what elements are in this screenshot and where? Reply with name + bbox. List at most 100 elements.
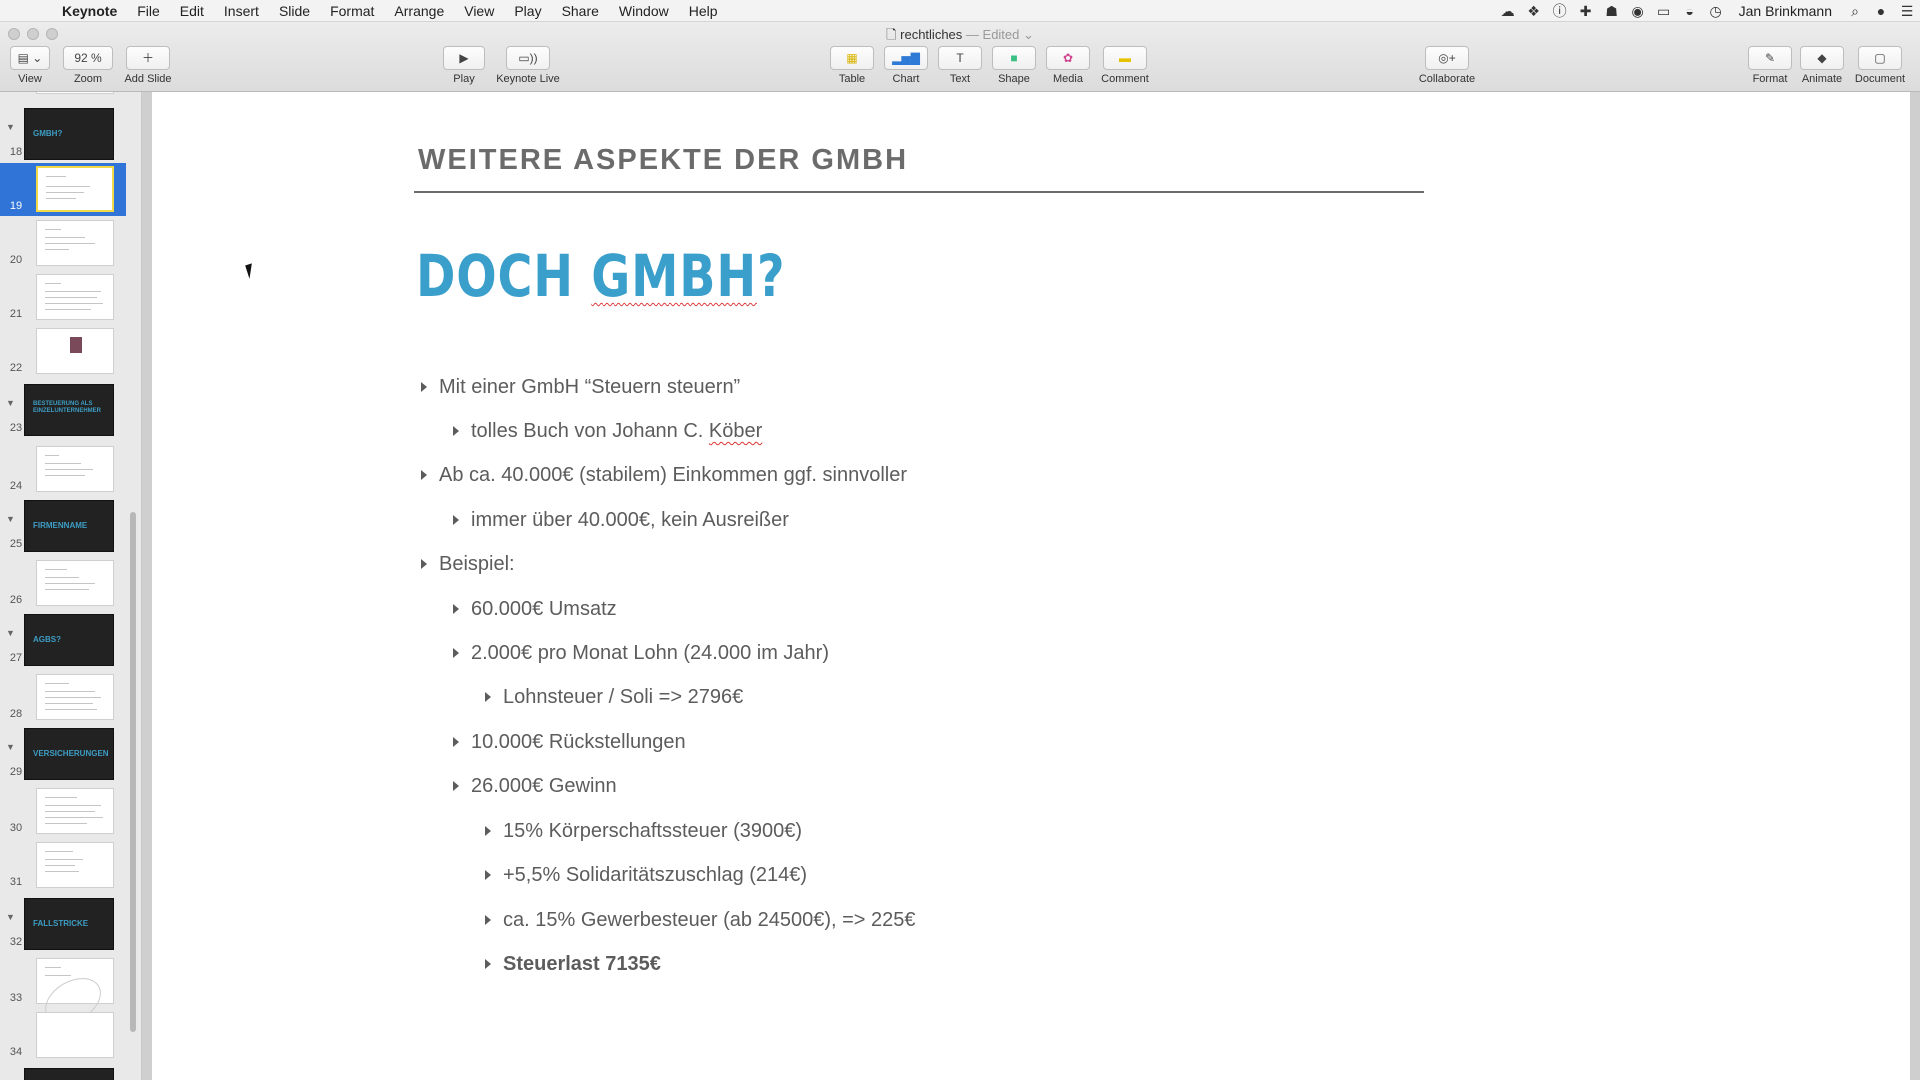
menu-app-keynote[interactable]: Keynote <box>52 3 127 19</box>
user-name[interactable]: Jan Brinkmann <box>1729 3 1842 19</box>
siri-icon[interactable]: ● <box>1868 3 1894 19</box>
shape-icon[interactable]: ■ <box>992 46 1036 70</box>
bullet-item[interactable]: Ab ca. 40.000€ (stabilem) Einkommen ggf.… <box>421 464 907 487</box>
slide-thumbnail[interactable] <box>36 274 114 320</box>
comment-icon[interactable]: ▬ <box>1103 46 1147 70</box>
cloud-app-icon[interactable]: ☗ <box>1599 3 1625 20</box>
slide-thumbnail[interactable] <box>36 446 114 492</box>
table-icon[interactable]: ▦ <box>830 46 874 70</box>
bullet-item[interactable]: 10.000€ Rückstellungen <box>453 731 686 754</box>
text-button[interactable]: T Text <box>936 46 984 85</box>
media-icon[interactable]: ✿ <box>1046 46 1090 70</box>
slide-thumbnail[interactable] <box>36 220 114 266</box>
menu-view[interactable]: View <box>454 3 504 19</box>
document-panel-icon[interactable]: ▢ <box>1858 46 1902 70</box>
slide-canvas[interactable]: WEITERE ASPEKTE DER GMBH DOCH GMBH? Mit … <box>142 92 1920 1080</box>
animate-button[interactable]: ◆ Animate <box>1798 46 1846 85</box>
bullet-item[interactable]: Lohnsteuer / Soli => 2796€ <box>485 686 743 709</box>
time-machine-icon[interactable]: ◷ <box>1703 3 1729 20</box>
paintbrush-icon[interactable]: ✎ <box>1748 46 1792 70</box>
slide-thumbnail[interactable] <box>36 166 114 212</box>
plus-icon[interactable]: ✚ <box>1573 3 1599 20</box>
bullet-item[interactable]: Mit einer GmbH “Steuern steuern” <box>421 376 740 399</box>
menu-help[interactable]: Help <box>679 3 728 19</box>
zoom-control[interactable]: 92 % Zoom <box>62 46 114 85</box>
slide-thumbnail[interactable]: FALLSTRICKE <box>24 898 114 950</box>
menu-arrange[interactable]: Arrange <box>384 3 454 19</box>
keynote-live-icon[interactable]: ▭)) <box>506 46 550 70</box>
slide-navigator[interactable]: 17 ▼ 18 GMBH? 19 20 21 <box>0 92 142 1080</box>
media-button[interactable]: ✿ Media <box>1044 46 1092 85</box>
bullet-item[interactable]: immer über 40.000€, kein Ausreißer <box>453 509 789 532</box>
screen-record-icon[interactable]: ▭ <box>1651 3 1677 20</box>
table-button[interactable]: ▦ Table <box>828 46 876 85</box>
bullet-item[interactable]: Beispiel: <box>421 553 515 576</box>
bullet-item[interactable]: 15% Körperschaftssteuer (3900€) <box>485 820 802 843</box>
collaborate-button[interactable]: ◎+ Collaborate <box>1412 46 1482 85</box>
bullet-item[interactable]: Steuerlast 7135€ <box>485 953 661 976</box>
slide-thumbnail[interactable]: FIRMENNAME <box>24 500 114 552</box>
slide-thumbnail[interactable] <box>36 958 114 1034</box>
navigator-scrollbar[interactable] <box>130 512 136 1032</box>
evernote-icon[interactable]: ◉ <box>1625 3 1651 20</box>
menu-edit[interactable]: Edit <box>170 3 214 19</box>
info-icon[interactable]: ⓘ <box>1547 1 1573 21</box>
bullet-item[interactable]: +5,5% Solidaritätszuschlag (214€) <box>485 864 807 887</box>
collaborate-icon[interactable]: ◎+ <box>1425 46 1469 70</box>
menu-slide[interactable]: Slide <box>269 3 320 19</box>
chart-button[interactable]: ▂▅▇ Chart <box>882 46 930 85</box>
menu-window[interactable]: Window <box>609 3 679 19</box>
document-button[interactable]: ▢ Document <box>1850 46 1910 85</box>
slide-thumbnail[interactable]: AGBS? <box>24 614 114 666</box>
chart-icon[interactable]: ▂▅▇ <box>884 46 928 70</box>
slide-thumbnail[interactable] <box>36 674 114 720</box>
comment-button[interactable]: ▬ Comment <box>1098 46 1152 85</box>
bullet-item[interactable]: ca. 15% Gewerbesteuer (ab 24500€), => 22… <box>485 909 916 932</box>
slide-thumbnail[interactable] <box>36 328 114 374</box>
slide-thumbnail[interactable] <box>36 1012 114 1058</box>
menu-file[interactable]: File <box>127 3 170 19</box>
play-icon[interactable]: ▶ <box>443 46 485 70</box>
slide-thumbnail[interactable]: VERSICHERUNGEN <box>24 728 114 780</box>
menu-play[interactable]: Play <box>504 3 551 19</box>
bullet-item[interactable]: 60.000€ Umsatz <box>453 598 617 621</box>
toggle-icon[interactable]: ◒ <box>1677 3 1703 19</box>
slide-thumbnail[interactable] <box>36 788 114 834</box>
play-button[interactable]: ▶ Play <box>442 46 486 85</box>
slide-thumbnail[interactable]: BESTEUERUNG ALS EINZELUNTERNEHMER <box>24 384 114 436</box>
menu-share[interactable]: Share <box>552 3 609 19</box>
add-slide-button[interactable]: ＋ Add Slide <box>120 46 176 85</box>
notification-center-icon[interactable]: ☰ <box>1894 3 1920 20</box>
slide-thumbnail[interactable] <box>24 1068 114 1080</box>
disclosure-triangle-icon[interactable]: ▼ <box>6 742 15 752</box>
bullet-item[interactable]: 26.000€ Gewinn <box>453 775 617 798</box>
bullet-item[interactable]: 2.000€ pro Monat Lohn (24.000 im Jahr) <box>453 642 829 665</box>
sidebar-view-icon[interactable]: ▤ ⌄ <box>10 46 50 70</box>
slide-heading[interactable]: WEITERE ASPEKTE DER GMBH <box>418 144 908 177</box>
view-control[interactable]: ▤ ⌄ View <box>8 46 52 85</box>
zoom-select[interactable]: 92 % <box>63 46 113 70</box>
disclosure-triangle-icon[interactable]: ▼ <box>6 912 15 922</box>
animate-icon[interactable]: ◆ <box>1800 46 1844 70</box>
text-icon[interactable]: T <box>938 46 982 70</box>
disclosure-triangle-icon[interactable]: ▼ <box>6 514 15 524</box>
dropbox-icon[interactable]: ❖ <box>1521 3 1547 20</box>
shape-button[interactable]: ■ Shape <box>990 46 1038 85</box>
slide-thumbnail[interactable] <box>36 92 114 94</box>
spotlight-search-icon[interactable]: ⌕ <box>1842 3 1868 20</box>
slide-thumbnail[interactable]: GMBH? <box>24 108 114 160</box>
creative-cloud-icon[interactable]: ☁ <box>1495 3 1521 20</box>
disclosure-triangle-icon[interactable]: ▼ <box>6 628 15 638</box>
slide-title[interactable]: DOCH GMBH? <box>416 242 785 310</box>
bullet-item[interactable]: tolles Buch von Johann C. Köber <box>453 420 762 443</box>
format-button[interactable]: ✎ Format <box>1746 46 1794 85</box>
keynote-live-button[interactable]: ▭)) Keynote Live <box>492 46 564 85</box>
menu-format[interactable]: Format <box>320 3 384 19</box>
slide[interactable]: WEITERE ASPEKTE DER GMBH DOCH GMBH? Mit … <box>152 92 1910 1080</box>
disclosure-triangle-icon[interactable]: ▼ <box>6 122 15 132</box>
chevron-down-icon[interactable]: ⌄ <box>1023 27 1034 42</box>
slide-thumbnail[interactable] <box>36 560 114 606</box>
slide-thumbnail[interactable] <box>36 842 114 888</box>
menu-insert[interactable]: Insert <box>214 3 269 19</box>
disclosure-triangle-icon[interactable]: ▼ <box>6 398 15 408</box>
